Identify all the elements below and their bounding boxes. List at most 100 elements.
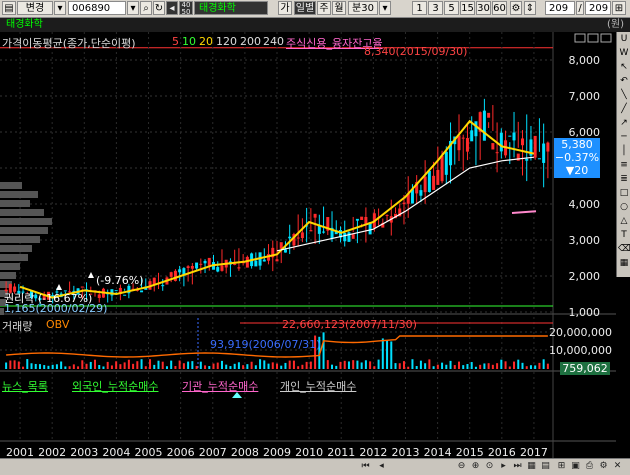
volume-profile-bar: [0, 218, 52, 225]
menu-button[interactable]: 변경: [17, 1, 53, 15]
grid-view-icon[interactable]: ▦: [526, 461, 537, 472]
volume-bar: [204, 365, 207, 369]
news-item-list[interactable]: 뉴스_목록: [2, 378, 48, 394]
candle-body: [161, 285, 165, 287]
vline-icon[interactable]: │: [618, 145, 630, 158]
eraser-icon[interactable]: ⌫: [618, 243, 630, 256]
volume-bar: [542, 359, 545, 369]
volume-bar: [17, 361, 20, 369]
period-15-button[interactable]: 15: [460, 1, 475, 15]
volume-bar: [386, 340, 389, 369]
refresh-icon[interactable]: ↻: [153, 1, 165, 15]
spin-icon[interactable]: ⇕: [524, 1, 536, 15]
candle-body: [457, 135, 461, 151]
square-icon[interactable]: □: [618, 187, 630, 200]
volume-sub-annotation: 93,919(2006/07/31): [210, 338, 321, 351]
zoom-in-icon[interactable]: ⊕: [470, 461, 481, 472]
undo-icon[interactable]: ↶: [618, 75, 630, 88]
candle-body: [199, 263, 203, 265]
chart-area[interactable]: 1,0002,0003,0004,0005,0006,0007,0008,000…: [0, 32, 616, 458]
cursor-icon[interactable]: ↖: [618, 61, 630, 74]
scroll-left-icon[interactable]: ◂: [376, 461, 387, 472]
volume-bar: [149, 359, 152, 369]
bottom-toolbar: ⏮ ◂ ⊖ ⊕ ⊙ ▸ ⏭ ▦ ▤ ⊞ ▣ ⎙ ⚙ ✕: [0, 458, 630, 475]
text-icon[interactable]: T: [618, 229, 630, 242]
candle-body: [347, 232, 351, 242]
slash-divider: /: [576, 1, 584, 15]
stock-name-field[interactable]: 태경화학: [194, 1, 268, 15]
reset-icon[interactable]: ⊙: [484, 461, 495, 472]
price-tick-label: 2,000: [569, 270, 601, 283]
trendline-icon[interactable]: ╲: [618, 89, 630, 102]
u-icon[interactable]: U: [618, 33, 630, 46]
current-change: −0.37%: [554, 151, 600, 164]
candle-body: [542, 143, 546, 163]
news-item-foreign[interactable]: 외국인_누적순매수: [72, 378, 158, 394]
candle-body: [436, 169, 440, 185]
candle-body: [465, 138, 469, 152]
period-dropdown-icon[interactable]: ▾: [379, 1, 391, 15]
count-right-input[interactable]: 209: [585, 1, 611, 15]
play-icon[interactable]: ▸: [498, 461, 509, 472]
grid-icon[interactable]: ▦: [618, 257, 630, 270]
chart-view-icon[interactable]: ▤: [540, 461, 551, 472]
hline-icon[interactable]: ─: [618, 131, 630, 144]
volume-profile-bar: [0, 236, 40, 243]
ratio-badge[interactable]: 40 50: [179, 1, 193, 16]
period-5-button[interactable]: 5: [444, 1, 459, 15]
lock-icon[interactable]: ⊞: [612, 1, 626, 15]
monthly-button[interactable]: 월: [332, 1, 346, 15]
candle-body: [487, 112, 491, 118]
candle-body: [220, 265, 224, 271]
news-item-individual[interactable]: 개인_누적순매수: [280, 378, 356, 394]
line-icon[interactable]: ╱: [618, 103, 630, 116]
ga-button[interactable]: 가: [278, 1, 292, 15]
page-first-icon[interactable]: ⏮: [360, 461, 371, 472]
count-left-input[interactable]: 209: [545, 1, 575, 15]
volume-bar: [43, 365, 46, 369]
minute-button[interactable]: 분30: [348, 1, 378, 15]
period-30-button[interactable]: 30: [476, 1, 491, 15]
search-icon[interactable]: ⌕: [140, 1, 152, 15]
code-dropdown-icon[interactable]: ▾: [127, 1, 139, 15]
weekly-button[interactable]: 주: [317, 1, 331, 15]
close-icon[interactable]: ✕: [612, 461, 623, 472]
print-icon[interactable]: ⎙: [584, 461, 595, 472]
w-icon[interactable]: W: [618, 47, 630, 60]
config-icon[interactable]: ⚙: [598, 461, 609, 472]
period-1-button[interactable]: 1: [412, 1, 427, 15]
prev-icon[interactable]: ◂: [166, 1, 178, 15]
candle-body: [283, 249, 287, 253]
x-tick-label: 2008: [231, 446, 259, 458]
table-icon[interactable]: ⊞: [556, 461, 567, 472]
dropdown-icon[interactable]: ▾: [54, 1, 66, 15]
menu-icon[interactable]: ▤: [2, 1, 16, 15]
candle-body: [169, 272, 173, 277]
zoom-out-icon[interactable]: ⊖: [456, 461, 467, 472]
play-end-icon[interactable]: ⏭: [512, 461, 523, 472]
arrow-icon[interactable]: ↗: [618, 117, 630, 130]
candle-body: [461, 137, 465, 139]
volume-bar: [466, 364, 469, 369]
volume-bar: [271, 362, 274, 369]
volume-bar: [9, 360, 12, 369]
daily-button[interactable]: 일별: [294, 1, 316, 15]
volume-bar: [191, 361, 194, 369]
stock-code-input[interactable]: 006890: [68, 1, 126, 15]
period-3-button[interactable]: 3: [428, 1, 443, 15]
channel-icon[interactable]: ≡: [618, 159, 630, 172]
volume-bar: [51, 364, 54, 369]
candle-body: [402, 202, 406, 205]
settings-icon[interactable]: ⚙: [510, 1, 522, 15]
candle-body: [482, 110, 486, 141]
fibo-icon[interactable]: ≣: [618, 173, 630, 186]
circle-icon[interactable]: ○: [618, 201, 630, 214]
volume-bar: [415, 366, 418, 369]
period-60-button[interactable]: 60: [492, 1, 507, 15]
triangle-icon[interactable]: △: [618, 215, 630, 228]
volume-bar: [132, 363, 135, 369]
news-item-institution[interactable]: 기관_누적순매수: [182, 378, 258, 394]
price-tick-label: 3,000: [569, 234, 601, 247]
save-icon[interactable]: ▣: [570, 461, 581, 472]
volume-profile-bar: [0, 263, 20, 270]
